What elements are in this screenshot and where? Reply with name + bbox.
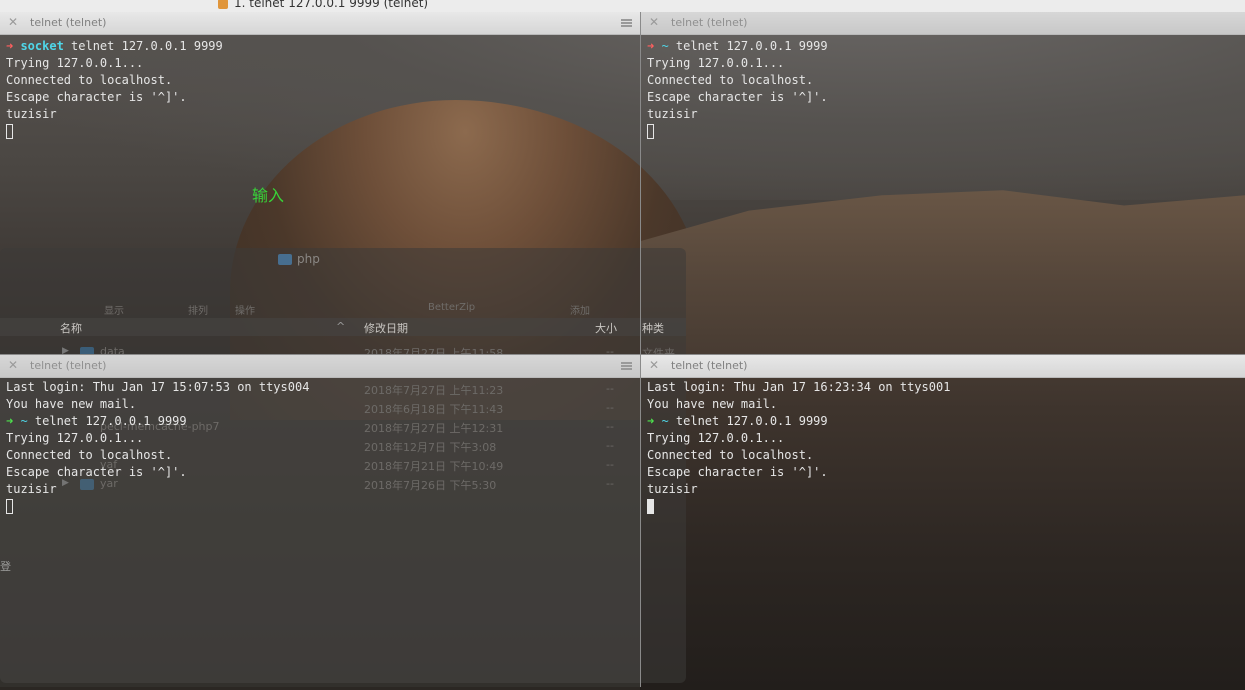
terminal-pane-top-right[interactable]: ✕ telnet (telnet) ➜ ~ telnet 127.0.0.1 9… [641, 12, 1245, 354]
prompt-arrow-icon: ➜ [647, 39, 662, 53]
pane-tab[interactable]: ✕ telnet (telnet) [0, 355, 640, 378]
pane-tab[interactable]: ✕ telnet (telnet) [641, 355, 1245, 378]
terminal-pane-bottom-right[interactable]: ✕ telnet (telnet) Last login: Thu Jan 17… [641, 355, 1245, 687]
command-text: telnet 127.0.0.1 9999 [668, 39, 828, 53]
prompt-dir: ~ [20, 414, 28, 428]
text-cursor [647, 499, 654, 514]
tab-title: telnet (telnet) [671, 16, 748, 29]
annotation-label: 输入 [252, 186, 285, 205]
hamburger-menu-icon[interactable] [621, 362, 632, 370]
command-text: telnet 127.0.0.1 9999 [63, 39, 223, 53]
output-line: Escape character is '^]'. [6, 90, 187, 104]
output-line: tuzisir [647, 482, 698, 496]
output-line: Trying 127.0.0.1... [647, 431, 785, 445]
horizontal-split-divider[interactable] [0, 354, 1245, 355]
output-line: Escape character is '^]'. [647, 90, 828, 104]
mail-line: You have new mail. [647, 397, 778, 411]
terminal-output[interactable]: ➜ socket telnet 127.0.0.1 9999 Trying 12… [0, 35, 640, 354]
prompt-line: ➜ socket telnet 127.0.0.1 9999 [6, 38, 223, 55]
output-line: Trying 127.0.0.1... [6, 431, 144, 445]
prompt-line: ➜ ~ telnet 127.0.0.1 9999 [647, 413, 828, 430]
output-line: tuzisir [6, 482, 57, 496]
terminal-output[interactable]: Last login: Thu Jan 17 16:23:34 on ttys0… [641, 378, 1245, 687]
output-line: Escape character is '^]'. [6, 465, 187, 479]
output-line: Connected to localhost. [647, 73, 814, 87]
terminal-output[interactable]: Last login: Thu Jan 17 15:07:53 on ttys0… [0, 378, 640, 687]
prompt-line: ➜ ~ telnet 127.0.0.1 9999 [647, 38, 828, 55]
hamburger-menu-icon[interactable] [621, 19, 632, 27]
terminal-output[interactable]: ➜ ~ telnet 127.0.0.1 9999 Trying 127.0.0… [641, 35, 1245, 354]
tab-title: telnet (telnet) [671, 359, 748, 372]
prompt-dir: socket [20, 39, 64, 53]
close-icon[interactable]: ✕ [8, 15, 18, 29]
close-icon[interactable]: ✕ [649, 358, 659, 372]
text-cursor [6, 499, 13, 514]
terminal-pane-top-left[interactable]: ✕ telnet (telnet) ➜ socket telnet 127.0.… [0, 12, 640, 354]
prompt-arrow-icon: ➜ [6, 414, 21, 428]
output-line: Connected to localhost. [647, 448, 814, 462]
output-line: Connected to localhost. [6, 448, 173, 462]
window-title: 1. telnet 127.0.0.1 9999 (telnet) [218, 0, 428, 10]
output-line: tuzisir [6, 107, 57, 121]
text-cursor [647, 124, 654, 139]
pane-tab[interactable]: ✕ telnet (telnet) [0, 12, 640, 35]
prompt-dir: ~ [661, 39, 669, 53]
terminal-pane-bottom-left[interactable]: ✕ telnet (telnet) Last login: Thu Jan 17… [0, 355, 640, 687]
vertical-split-divider[interactable] [640, 12, 641, 687]
home-folder-icon [218, 0, 228, 9]
tab-title: telnet (telnet) [30, 16, 107, 29]
prompt-arrow-icon: ➜ [6, 39, 21, 53]
login-line: Last login: Thu Jan 17 16:23:34 on ttys0… [647, 380, 951, 394]
prompt-dir: ~ [661, 414, 669, 428]
prompt-arrow-icon: ➜ [647, 414, 662, 428]
window-titlebar: 1. telnet 127.0.0.1 9999 (telnet) [0, 0, 1245, 12]
output-line: Escape character is '^]'. [647, 465, 828, 479]
prompt-line: ➜ ~ telnet 127.0.0.1 9999 [6, 413, 187, 430]
output-line: Connected to localhost. [6, 73, 173, 87]
command-text: telnet 127.0.0.1 9999 [668, 414, 828, 428]
output-line: Trying 127.0.0.1... [6, 56, 144, 70]
mail-line: You have new mail. [6, 397, 137, 411]
close-icon[interactable]: ✕ [649, 15, 659, 29]
command-text: telnet 127.0.0.1 9999 [27, 414, 187, 428]
output-line: tuzisir [647, 107, 698, 121]
pane-tab[interactable]: ✕ telnet (telnet) [641, 12, 1245, 35]
output-line: Trying 127.0.0.1... [647, 56, 785, 70]
login-line: Last login: Thu Jan 17 15:07:53 on ttys0… [6, 380, 310, 394]
close-icon[interactable]: ✕ [8, 358, 18, 372]
text-cursor [6, 124, 13, 139]
tab-title: telnet (telnet) [30, 359, 107, 372]
